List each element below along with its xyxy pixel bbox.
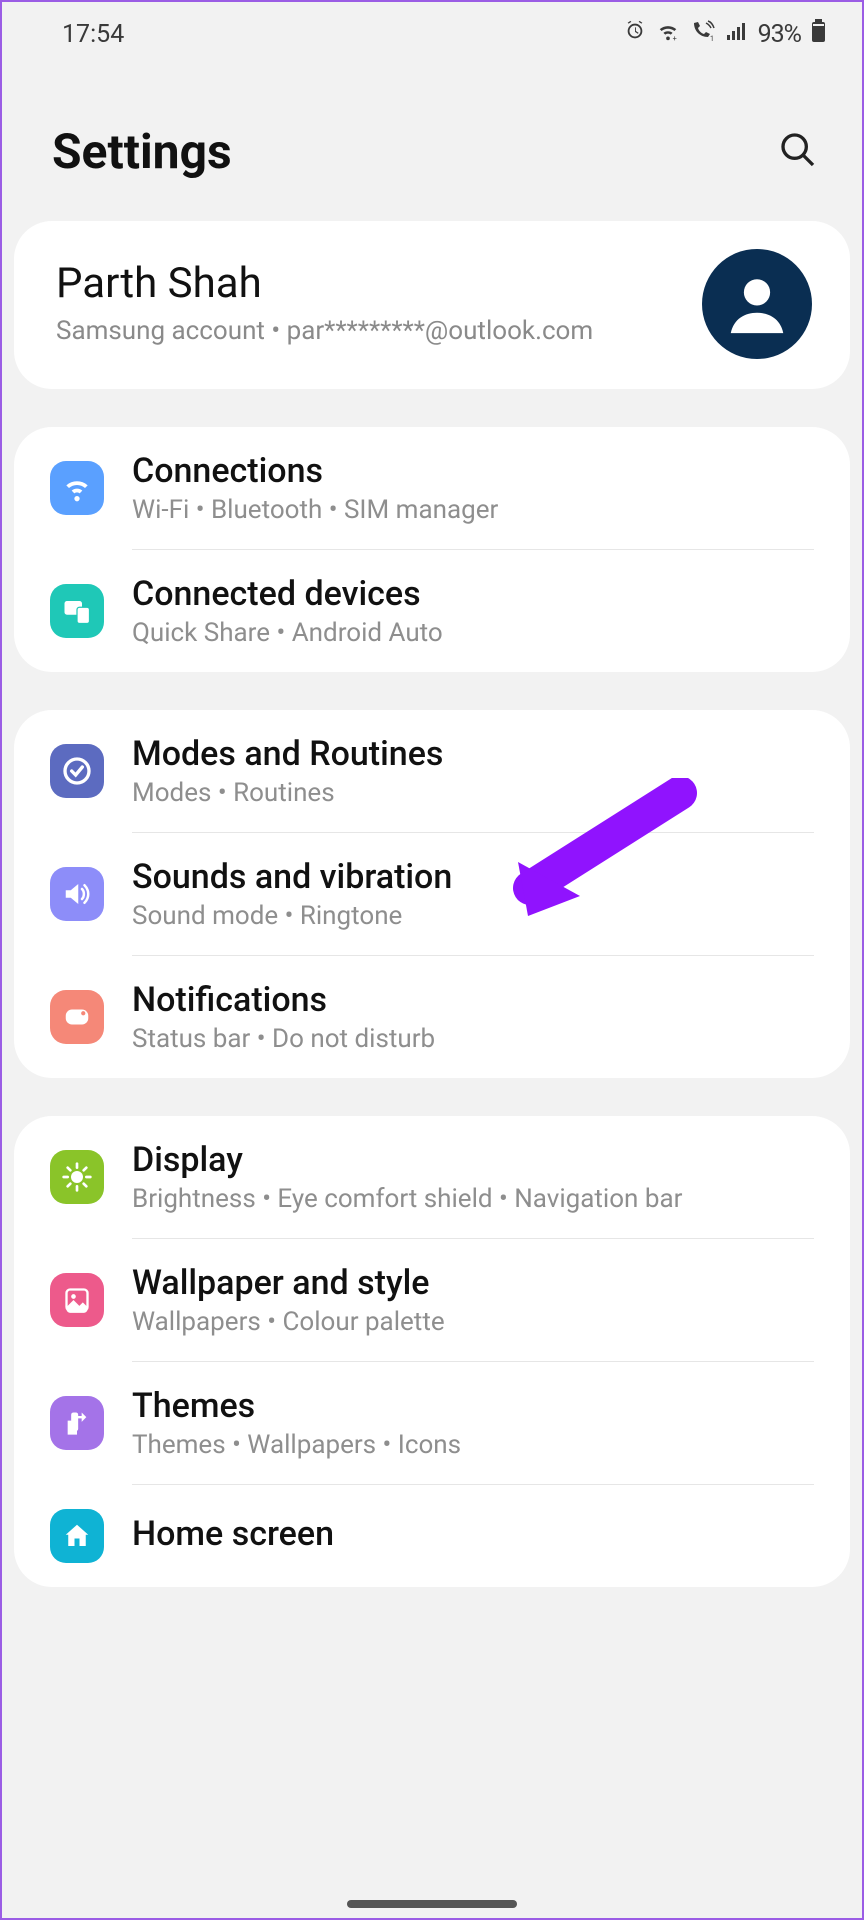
row-subtitle: Themes • Wallpapers • Icons (132, 1430, 814, 1460)
nav-handle[interactable] (347, 1900, 517, 1908)
settings-row-display[interactable]: Display Brightness • Eye comfort shield •… (14, 1116, 850, 1238)
settings-row-home-screen[interactable]: Home screen (14, 1485, 850, 1587)
row-subtitle: Sound mode • Ringtone (132, 901, 814, 931)
battery-percent: 93% (758, 20, 801, 49)
account-name: Parth Shah (56, 259, 682, 308)
home-icon (50, 1509, 104, 1563)
settings-row-themes[interactable]: Themes Themes • Wallpapers • Icons (14, 1362, 850, 1484)
row-title: Modes and Routines (132, 734, 814, 774)
row-subtitle: Status bar • Do not disturb (132, 1024, 814, 1054)
themes-icon (50, 1396, 104, 1450)
settings-group: Modes and Routines Modes • Routines Sounds… (14, 710, 850, 1078)
avatar (702, 249, 812, 359)
settings-row-connections[interactable]: Connections Wi-Fi • Bluetooth • SIM manag… (14, 427, 850, 549)
settings-row-modes-and-routines[interactable]: Modes and Routines Modes • Routines (14, 710, 850, 832)
row-title: Sounds and vibration (132, 857, 814, 897)
wallpaper-icon (50, 1273, 104, 1327)
header: Settings (2, 62, 862, 221)
signal-icon (726, 20, 748, 48)
notif-icon (50, 990, 104, 1044)
settings-group: Display Brightness • Eye comfort shield •… (14, 1116, 850, 1587)
status-bar: 17:54 + 1 93% (2, 2, 862, 62)
row-title: Display (132, 1140, 814, 1180)
row-title: Connections (132, 451, 814, 491)
account-subtitle: Samsung account • par*********@outlook.c… (56, 314, 682, 349)
battery-icon (811, 19, 826, 49)
alarm-icon (624, 20, 646, 48)
search-icon (778, 158, 818, 173)
row-title: Home screen (132, 1514, 814, 1554)
svg-text:+: + (672, 34, 676, 42)
settings-group: Connections Wi-Fi • Bluetooth • SIM manag… (14, 427, 850, 672)
row-subtitle: Brightness • Eye comfort shield • Naviga… (132, 1184, 814, 1214)
account-card[interactable]: Parth Shah Samsung account • par********… (14, 221, 850, 389)
row-subtitle: Modes • Routines (132, 778, 814, 808)
settings-row-notifications[interactable]: Notifications Status bar • Do not disturb (14, 956, 850, 1078)
status-icons: + 1 93% (624, 19, 826, 49)
row-title: Notifications (132, 980, 814, 1020)
devices-icon (50, 584, 104, 638)
row-subtitle: Wi-Fi • Bluetooth • SIM manager (132, 495, 814, 525)
page-title: Settings (52, 123, 232, 180)
sound-icon (50, 867, 104, 921)
row-title: Connected devices (132, 574, 814, 614)
status-time: 17:54 (62, 20, 124, 49)
row-title: Themes (132, 1386, 814, 1426)
row-title: Wallpaper and style (132, 1263, 814, 1303)
settings-row-wallpaper-and-style[interactable]: Wallpaper and style Wallpapers • Colour p… (14, 1239, 850, 1361)
routines-icon (50, 744, 104, 798)
wifi-icon: + (656, 20, 680, 48)
row-subtitle: Quick Share • Android Auto (132, 618, 814, 648)
wifi-icon (50, 461, 104, 515)
settings-row-connected-devices[interactable]: Connected devices Quick Share • Android A… (14, 550, 850, 672)
svg-text:1: 1 (710, 35, 714, 42)
settings-row-sounds-and-vibration[interactable]: Sounds and vibration Sound mode • Rington… (14, 833, 850, 955)
volte-icon: 1 (690, 20, 716, 48)
row-subtitle: Wallpapers • Colour palette (132, 1307, 814, 1337)
display-icon (50, 1150, 104, 1204)
search-button[interactable] (770, 122, 826, 181)
